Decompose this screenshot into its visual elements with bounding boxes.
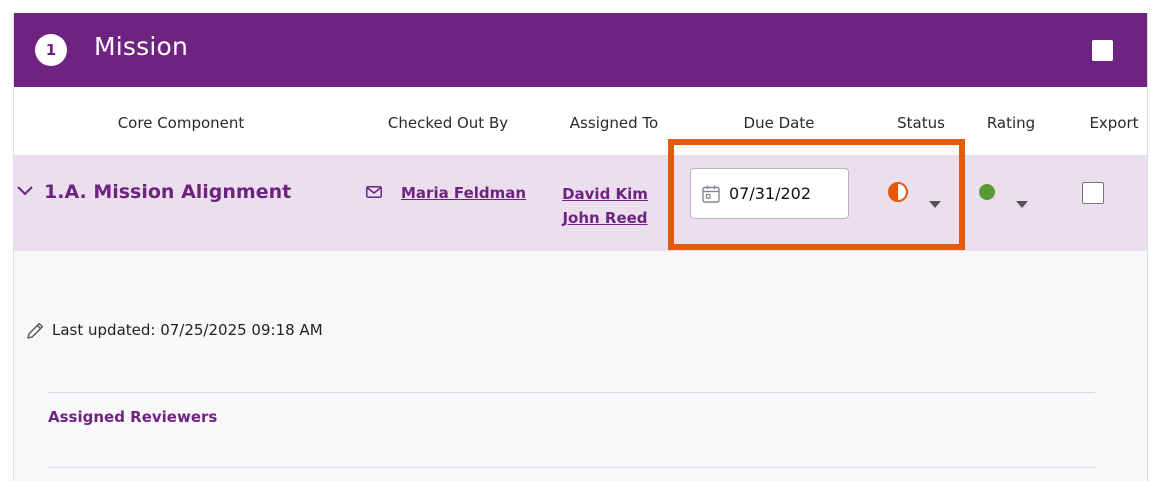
last-updated-text: Last updated: 07/25/2025 09:18 AM: [52, 321, 323, 339]
checked-out-by-link[interactable]: Maria Feldman: [401, 184, 526, 202]
rating-dropdown-caret-icon[interactable]: [1016, 201, 1028, 208]
divider: [48, 392, 1095, 393]
chevron-down-icon[interactable]: [16, 184, 34, 198]
focus-highlight-box: [668, 139, 965, 250]
section-header: 1 Mission: [14, 13, 1147, 87]
pencil-icon[interactable]: [25, 321, 45, 341]
mail-icon[interactable]: [366, 186, 382, 198]
table-row: [14, 156, 1147, 251]
section-number-badge: 1: [35, 34, 67, 66]
column-rating: Rating: [986, 114, 1036, 132]
assignee-link[interactable]: David Kim: [562, 185, 648, 203]
divider: [48, 467, 1095, 468]
select-all-checkbox[interactable]: [1092, 40, 1113, 61]
column-checked-out-by: Checked Out By: [387, 114, 509, 132]
column-core-component: Core Component: [117, 114, 245, 132]
green-dot-icon[interactable]: [979, 184, 995, 200]
column-export: Export: [1089, 114, 1139, 132]
component-name[interactable]: 1.A. Mission Alignment: [44, 181, 291, 203]
assignee-link[interactable]: John Reed: [562, 209, 647, 227]
assigned-reviewers-link[interactable]: Assigned Reviewers: [48, 408, 217, 426]
section-title: Mission: [94, 32, 189, 61]
column-header-row: Core Component Checked Out By Assigned T…: [14, 87, 1147, 156]
column-status: Status: [897, 114, 945, 132]
column-assigned-to: Assigned To: [569, 114, 659, 132]
column-due-date: Due Date: [743, 114, 815, 132]
export-checkbox[interactable]: [1082, 182, 1104, 204]
